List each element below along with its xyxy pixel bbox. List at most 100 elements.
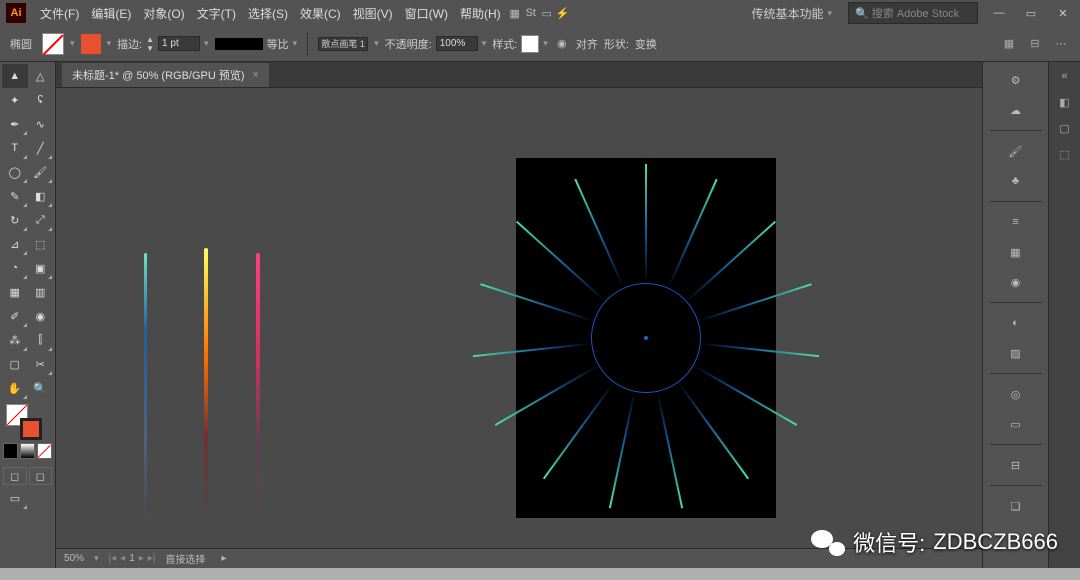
expand-panels-icon[interactable]: « (1055, 66, 1075, 86)
stock-icon[interactable]: St (523, 5, 539, 21)
stroke-panel-icon[interactable]: ≡ (1002, 208, 1030, 236)
close-tab-icon[interactable]: × (253, 69, 259, 81)
pager-last[interactable]: ▸| (148, 553, 156, 564)
rotate-tool[interactable]: ↻ (2, 208, 28, 232)
transparency-panel-icon[interactable]: ▨ (1002, 339, 1030, 367)
align-label[interactable]: 对齐 (576, 36, 598, 52)
artboard-tool[interactable]: ▢ (2, 352, 28, 376)
stroke-weight-input[interactable]: 1 pt (158, 36, 200, 51)
canvas[interactable] (56, 88, 982, 548)
screen-mode[interactable]: ▭ (2, 486, 28, 510)
properties-panel-icon[interactable]: ⚙ (1002, 66, 1030, 94)
opacity-input[interactable]: 100% (436, 36, 478, 51)
shape-builder-tool[interactable]: ◔ (2, 256, 28, 280)
menu-edit[interactable]: 编辑(E) (85, 5, 137, 22)
menu-type[interactable]: 文字(T) (191, 5, 242, 22)
chevron-down-icon[interactable]: ▾ (543, 38, 548, 49)
chevron-down-icon[interactable]: ▾ (107, 38, 112, 49)
color-mode-chip[interactable] (3, 443, 18, 459)
color-panel-icon[interactable]: ◉ (1002, 268, 1030, 296)
hand-tool[interactable]: ✋ (2, 376, 28, 400)
asset-export-icon[interactable]: ⬚ (1055, 144, 1075, 164)
brush-tool[interactable]: 🖌 (28, 160, 54, 184)
libraries-panel-icon[interactable]: ☁ (1002, 96, 1030, 124)
chevron-down-icon[interactable]: ▾ (374, 38, 379, 49)
shape-button[interactable]: 形状: (604, 36, 629, 52)
menu-window[interactable]: 窗口(W) (399, 5, 454, 22)
ellipse-tool[interactable]: ◯ (2, 160, 28, 184)
chevron-down-icon[interactable]: ▾ (293, 38, 298, 49)
curve-tool[interactable]: ∿ (28, 112, 54, 136)
gradient-mode-chip[interactable] (20, 443, 35, 459)
appearance-panel-icon[interactable]: ◎ (1002, 380, 1030, 408)
draw-behind[interactable]: ◻ (29, 467, 53, 485)
selection-tool[interactable]: ▲ (2, 64, 28, 88)
menu-help[interactable]: 帮助(H) (454, 5, 507, 22)
stepper-up-icon[interactable]: ▲▼ (146, 35, 154, 53)
eraser-tool[interactable]: ◧ (28, 184, 54, 208)
layers-panel-icon[interactable]: ❏ (1002, 492, 1030, 520)
pager-first[interactable]: |◂ (109, 553, 117, 564)
gradient-tool[interactable]: ▥ (28, 280, 54, 304)
menu-view[interactable]: 视图(V) (347, 5, 399, 22)
none-mode-chip[interactable] (37, 443, 52, 459)
stroke-color[interactable] (20, 418, 42, 440)
window-close[interactable]: ✕ (1052, 4, 1074, 22)
chevron-down-icon[interactable]: ▾ (482, 38, 487, 49)
swatches-panel-icon[interactable]: ▦ (1002, 238, 1030, 266)
stroke-profile[interactable] (215, 38, 263, 50)
chevron-down-icon[interactable]: ▾ (70, 38, 75, 49)
symbol-sprayer-tool[interactable]: ⁂ (2, 328, 28, 352)
pager-prev[interactable]: ◂ (120, 553, 125, 564)
fill-swatch[interactable] (42, 33, 64, 55)
magic-wand-tool[interactable]: ✦ (2, 88, 28, 112)
slice-tool[interactable]: ✂ (28, 352, 54, 376)
scale-tool[interactable]: ⤢ (28, 208, 54, 232)
align-to-icon[interactable]: ⊟ (1026, 35, 1044, 53)
document-tab[interactable]: 未标题-1* @ 50% (RGB/GPU 预览) × (62, 63, 269, 87)
bridge-icon[interactable]: ▦ (507, 5, 523, 21)
menu-file[interactable]: 文件(F) (34, 5, 85, 22)
brush-definition[interactable]: 散点画笔 1 (318, 37, 368, 51)
type-tool[interactable]: T (2, 136, 28, 160)
shaper-tool[interactable]: ✎ (2, 184, 28, 208)
chevron-down-icon[interactable]: ▾ (94, 553, 99, 564)
menu-object[interactable]: 对象(O) (137, 5, 190, 22)
chevron-down-icon[interactable]: ▾ (204, 38, 209, 49)
color-guide-icon[interactable]: ◧ (1055, 92, 1075, 112)
lasso-tool[interactable]: ʢ (28, 88, 54, 112)
artboard[interactable] (516, 158, 776, 518)
direct-selection-tool[interactable]: △ (28, 64, 54, 88)
pager-next[interactable]: ▸ (139, 553, 144, 564)
pen-tool[interactable]: ✒ (2, 112, 28, 136)
artboards-icon[interactable]: ▢ (1055, 118, 1075, 138)
zoom-tool[interactable]: 🔍 (28, 376, 54, 400)
graph-tool[interactable]: ⫿ (28, 328, 54, 352)
menu-select[interactable]: 选择(S) (242, 5, 294, 22)
window-minimize[interactable]: — (988, 4, 1010, 22)
width-tool[interactable]: ⊿ (2, 232, 28, 256)
fill-stroke-control[interactable] (2, 404, 53, 440)
recolor-icon[interactable]: ◉ (554, 36, 570, 52)
more-icon[interactable]: ⋯ (1052, 35, 1070, 53)
perspective-tool[interactable]: ▣ (28, 256, 54, 280)
free-transform-tool[interactable]: ⬚ (28, 232, 54, 256)
graphic-style-swatch[interactable] (521, 35, 539, 53)
mesh-tool[interactable]: ▦ (2, 280, 28, 304)
symbols-panel-icon[interactable]: ♣ (1002, 167, 1030, 195)
graphic-styles-panel-icon[interactable]: ▭ (1002, 410, 1030, 438)
workspace-switcher[interactable]: 传统基本功能 ▾ (745, 5, 838, 22)
line-tool[interactable]: ╱ (28, 136, 54, 160)
eyedropper-tool[interactable]: ✐ (2, 304, 28, 328)
anchor-point[interactable] (644, 336, 648, 340)
menu-effect[interactable]: 效果(C) (294, 5, 347, 22)
zoom-level[interactable]: 50% (64, 553, 84, 564)
gpu-icon[interactable]: ⚡ (555, 5, 571, 21)
scroll-thumb[interactable]: ▸ (221, 553, 226, 564)
arrange-icon[interactable]: ▭ (539, 5, 555, 21)
transform-label[interactable]: 变换 (635, 36, 657, 52)
window-restore[interactable]: ▭ (1020, 4, 1042, 22)
brushes-panel-icon[interactable]: 🖌 (1002, 137, 1030, 165)
isolate-icon[interactable]: ▦ (1000, 35, 1018, 53)
search-input[interactable]: 🔍 搜索 Adobe Stock (848, 2, 978, 24)
